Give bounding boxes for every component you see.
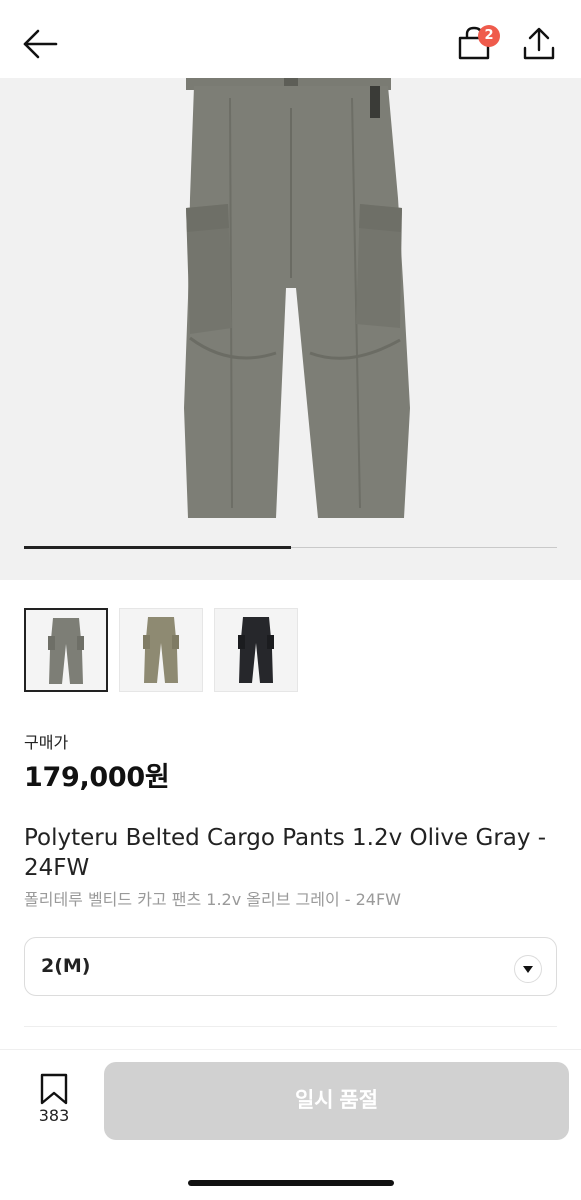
product-main-image xyxy=(184,78,410,518)
thumbnail-olive-gray[interactable] xyxy=(24,608,108,692)
back-button[interactable] xyxy=(20,26,62,62)
thumbnail-image xyxy=(143,617,179,683)
share-button[interactable] xyxy=(520,24,558,64)
bookmark-count: 383 xyxy=(38,1106,70,1125)
price-value: 179,000원 xyxy=(24,762,170,793)
size-selected-value: 2(M) xyxy=(41,955,91,977)
bookmark-icon xyxy=(40,1073,68,1105)
cart-count-badge: 2 xyxy=(478,25,500,47)
thumbnail-image xyxy=(48,618,84,684)
sold-out-button[interactable]: 일시 품절 xyxy=(104,1062,569,1140)
share-upload-icon xyxy=(523,27,555,60)
product-title-korean: 폴리테루 벨티드 카고 팬츠 1.2v 올리브 그레이 - 24FW xyxy=(24,890,401,909)
bookmark-button[interactable]: 383 xyxy=(30,1072,78,1132)
thumbnail-khaki[interactable] xyxy=(119,608,203,692)
product-image-carousel[interactable] xyxy=(0,78,581,580)
caret-down-icon xyxy=(514,955,542,983)
carousel-progress-indicator xyxy=(24,546,291,549)
size-selector[interactable]: 2(M) xyxy=(24,937,557,996)
thumbnail-black[interactable] xyxy=(214,608,298,692)
section-divider xyxy=(24,1026,557,1027)
arrow-left-icon xyxy=(23,29,58,59)
product-title-english: Polyteru Belted Cargo Pants 1.2v Olive G… xyxy=(24,825,547,881)
home-indicator xyxy=(188,1180,394,1186)
top-bar: 2 xyxy=(0,0,581,78)
thumbnail-image xyxy=(238,617,274,683)
price-label: 구매가 xyxy=(24,733,69,752)
